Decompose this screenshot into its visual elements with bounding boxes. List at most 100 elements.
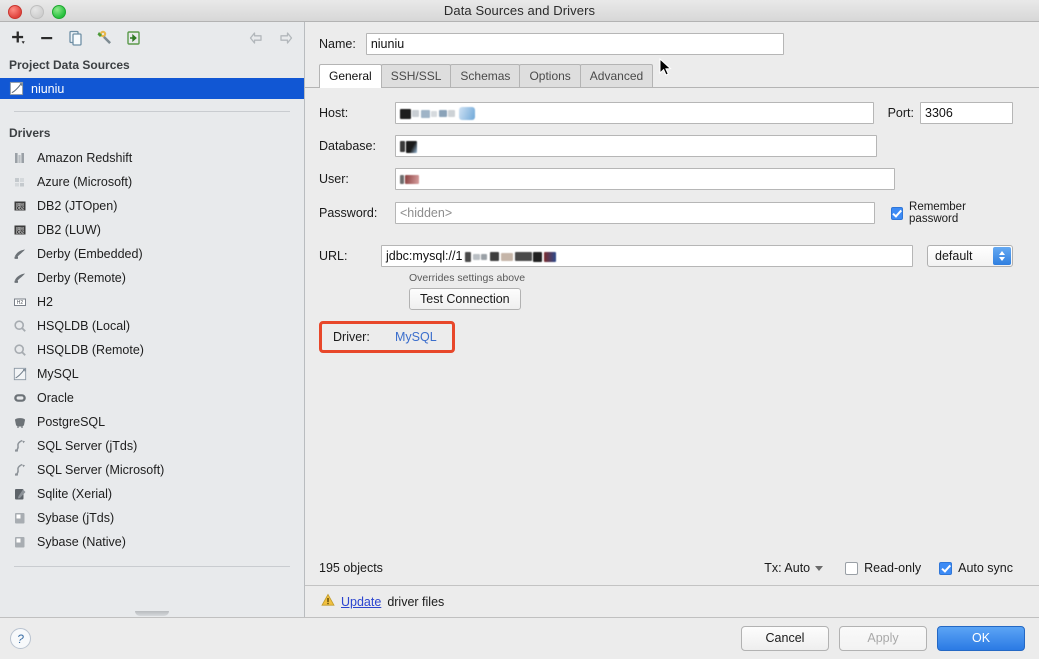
driver-warning-bar: Update driver files [305,585,1039,617]
sqlite-icon [12,486,28,502]
tx-mode-dropdown[interactable]: Tx: Auto [764,561,824,575]
back-button[interactable] [246,28,266,48]
auto-sync-checkbox[interactable]: Auto sync [939,561,1013,575]
derby-icon [12,270,28,286]
drivers-list: Amazon Redshift Azure (Microsoft) IBM DB… [0,146,304,558]
copy-button[interactable] [66,28,86,48]
sidebar-item-niuniu[interactable]: niuniu [0,78,304,99]
checkbox-box [939,561,953,575]
driver-item-mysql[interactable]: MySQL [0,362,304,386]
driver-item-oracle[interactable]: Oracle [0,386,304,410]
url-input[interactable]: jdbc:mysql://1 [381,245,913,267]
help-button[interactable]: ? [10,628,31,649]
driver-item-postgresql[interactable]: PostgreSQL [0,410,304,434]
test-connection-button[interactable]: Test Connection [409,288,521,310]
import-button[interactable] [124,28,144,48]
database-input[interactable] [395,135,877,157]
tab-ssh-ssl[interactable]: SSH/SSL [380,64,452,87]
arrow-left-icon [249,32,262,44]
driver-row: Driver: MySQL [319,321,455,353]
auto-sync-label: Auto sync [958,561,1013,575]
user-input[interactable] [395,168,895,190]
database-label: Database: [319,139,376,153]
ok-button[interactable]: OK [937,626,1025,651]
sybase-icon [12,510,28,526]
url-scheme-dropdown[interactable]: default [927,245,1013,267]
driver-item-hsqldb-local[interactable]: HSQLDB (Local) [0,314,304,338]
remember-password-label: Remember password [909,201,966,225]
svg-text:DB2: DB2 [16,230,25,235]
close-button[interactable] [8,5,22,19]
tab-advanced[interactable]: Advanced [579,64,654,87]
driver-item-sql-server-microsoft[interactable]: SQL Server (Microsoft) [0,458,304,482]
port-input[interactable]: 3306 [920,102,1013,124]
db2-icon: IBM DB2 [12,198,28,214]
driver-item-h2[interactable]: H2 H2 [0,290,304,314]
url-override-hint: Overrides settings above [409,272,526,284]
h2-icon: H2 [12,294,28,310]
wrench-icon [97,30,111,44]
driver-item-label: SQL Server (Microsoft) [37,463,165,477]
import-icon [127,31,140,45]
driver-item-derby-remote[interactable]: Derby (Remote) [0,266,304,290]
driver-item-label: Amazon Redshift [37,151,133,165]
driver-item-sql-server-jtds[interactable]: SQL Server (jTds) [0,434,304,458]
driver-item-azure-microsoft[interactable]: Azure (Microsoft) [0,170,304,194]
driver-item-sybase-native[interactable]: Sybase (Native) [0,530,304,554]
driver-link[interactable]: MySQL [395,330,437,344]
driver-item-db2-luw[interactable]: IBM DB2 DB2 (LUW) [0,218,304,242]
read-only-checkbox[interactable]: Read-only [845,561,921,575]
name-input[interactable]: niuniu [365,33,784,55]
mysql-icon [9,81,24,96]
port-label: Port: [887,106,914,120]
objects-count: 195 objects [319,561,383,575]
tab-general[interactable]: General [319,64,382,88]
driver-item-sqlite-xerial[interactable]: Sqlite (Xerial) [0,482,304,506]
driver-item-sybase-jtds[interactable]: Sybase (jTds) [0,506,304,530]
svg-text:H2: H2 [17,300,24,306]
cancel-button[interactable]: Cancel [741,626,829,651]
drivers-header: Drivers [9,126,51,140]
update-driver-link[interactable]: Update [341,595,381,609]
form-spacer [319,353,1013,551]
tab-options[interactable]: Options [519,64,581,87]
remove-button[interactable] [37,28,57,48]
zoom-button[interactable] [52,5,66,19]
sidebar-divider [14,111,290,112]
hsqldb-icon [12,318,28,334]
password-input[interactable]: <hidden> [395,202,875,224]
sidebar-resize-handle[interactable] [135,611,169,616]
remember-password-checkbox[interactable]: Remember password [890,201,1013,225]
apply-button[interactable]: Apply [839,626,927,651]
project-data-sources-header: Project Data Sources [9,58,130,72]
driver-label: Driver: [333,330,370,344]
tab-schemas[interactable]: Schemas [450,64,521,87]
driver-item-hsqldb-remote[interactable]: HSQLDB (Remote) [0,338,304,362]
mouse-cursor [659,57,672,80]
add-button[interactable] [8,28,28,48]
oracle-icon [12,390,28,406]
driver-item-label: HSQLDB (Local) [37,319,131,333]
url-row: URL: jdbc:mysql://1 default [319,245,1013,267]
sidebar: Project Data Sources niuniu Drivers Amaz… [0,22,305,617]
driver-item-label: HSQLDB (Remote) [37,343,144,357]
navigation-arrows [246,28,296,48]
warning-icon [321,593,335,610]
forward-button[interactable] [276,28,296,48]
user-label: User: [319,172,349,186]
db2-icon: IBM DB2 [12,222,28,238]
driver-item-label: Derby (Remote) [37,271,126,285]
host-input[interactable] [395,102,874,124]
minimize-button [30,5,44,19]
driver-item-label: Azure (Microsoft) [37,175,133,189]
driver-item-label: MySQL [37,367,79,381]
sqlserver-icon [12,438,28,454]
sidebar-bottom-divider [14,566,290,567]
driver-item-db2-jtopen[interactable]: IBM DB2 DB2 (JTOpen) [0,194,304,218]
sidebar-item-label: niuniu [31,81,65,96]
postgresql-icon [12,414,28,430]
driver-item-amazon-redshift[interactable]: Amazon Redshift [0,146,304,170]
tools-button[interactable] [95,28,115,48]
sidebar-toolbar [0,22,304,54]
driver-item-derby-embedded[interactable]: Derby (Embedded) [0,242,304,266]
